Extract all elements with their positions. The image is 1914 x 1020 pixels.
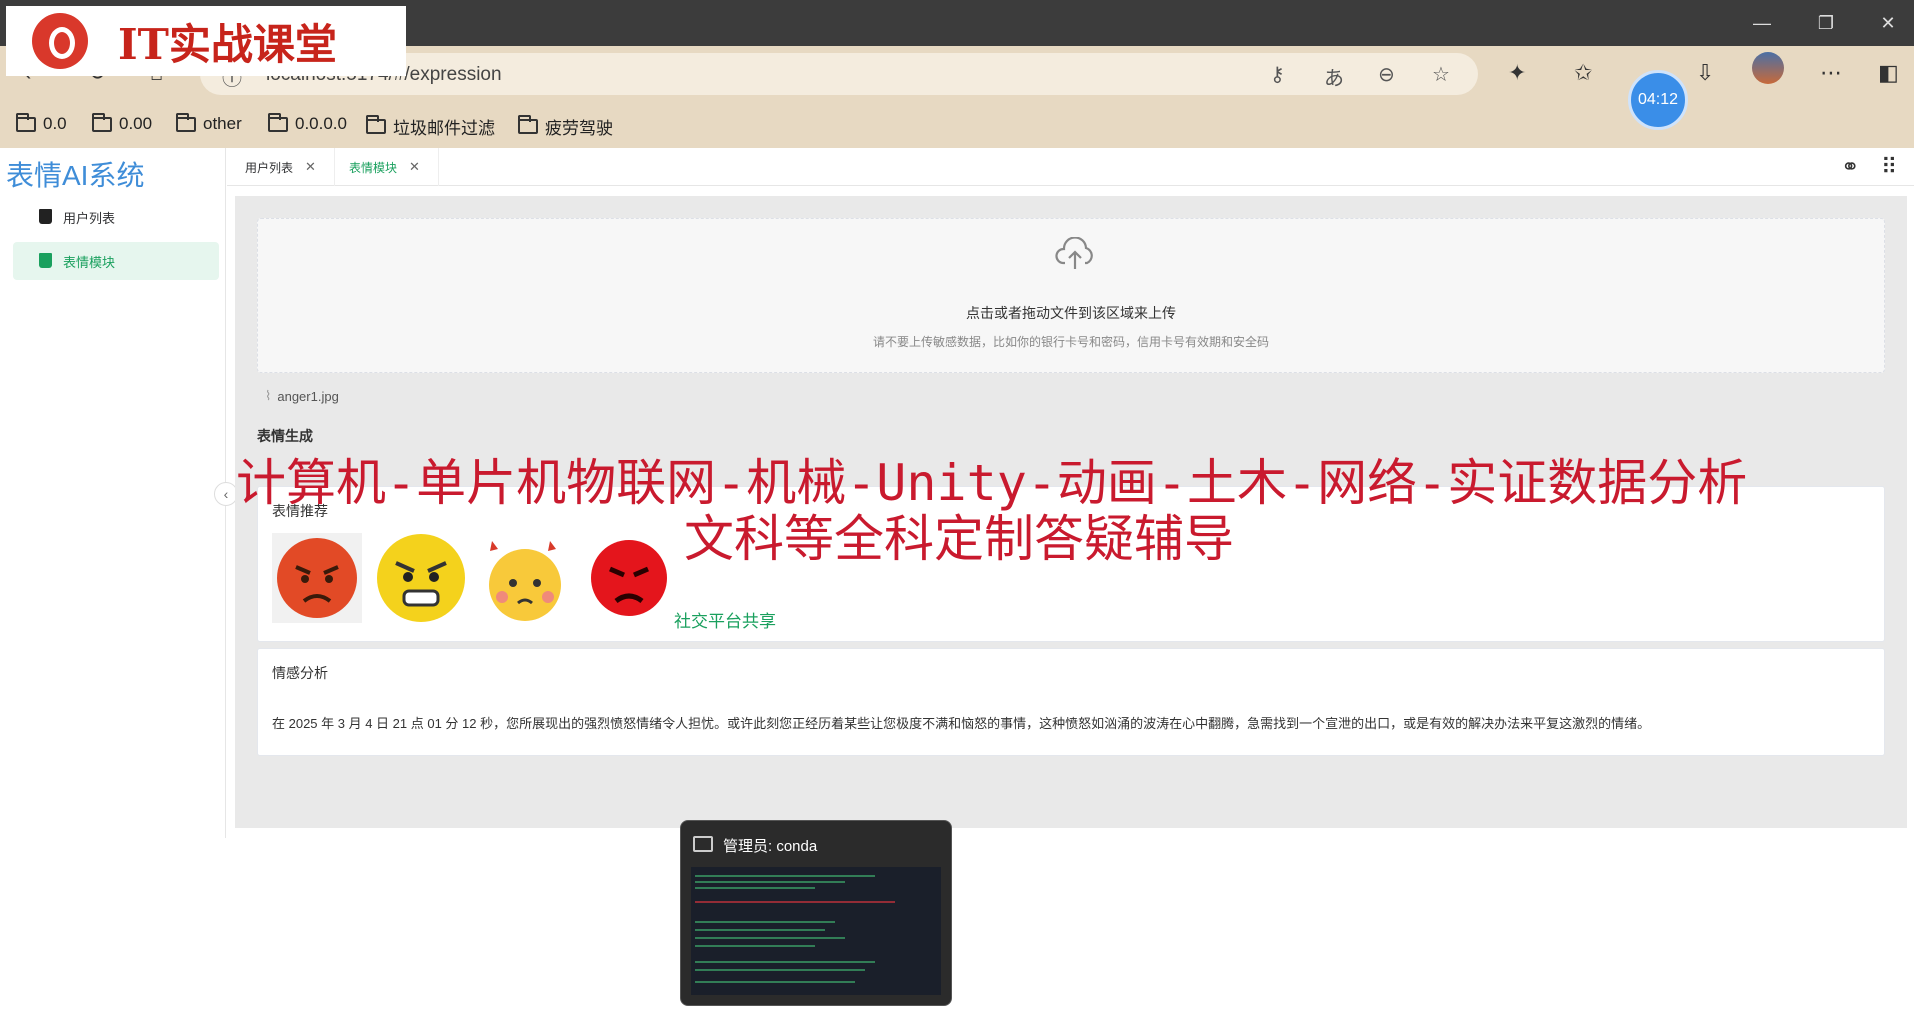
analysis-card: 情感分析 在 2025 年 3 月 4 日 21 点 01 分 12 秒，您所展… (257, 648, 1885, 756)
bookmark-folder[interactable]: 0.0 (16, 112, 67, 134)
uploaded-file[interactable]: ⌇ anger1.jpg (265, 388, 339, 404)
bookmark-folder[interactable]: other (176, 112, 242, 134)
app-root: 表情AI系统 用户列表 表情模块 用户列表 ✕ 表情模块 ✕ ⚭ ⠿ ‹ 点击或者拖… (0, 148, 1914, 1020)
upload-hint: 请不要上传敏感数据，比如你的银行卡号和密码，信用卡号有效期和安全码 (872, 335, 1269, 349)
tabs-bar: 用户列表 ✕ 表情模块 ✕ ⚭ ⠿ (227, 148, 1914, 186)
bookmark-folder[interactable]: 0.00 (92, 112, 152, 134)
app-brand: 表情AI系统 (6, 160, 145, 191)
logo-text: IT实战课堂 (118, 19, 337, 69)
folder-icon (268, 112, 288, 132)
watermark-line-1: 计算机-单片机物联网-机械-Unity-动画-土木-网络-实证数据分析 (236, 454, 1748, 512)
cup-icon (39, 253, 52, 268)
terminal-thumbnail (691, 867, 941, 995)
folder-icon (176, 112, 196, 132)
analysis-text: 在 2025 年 3 月 4 日 21 点 01 分 12 秒，您所展现出的强烈… (272, 716, 1651, 731)
share-social-link[interactable]: 社交平台共享 (674, 607, 776, 632)
folder-icon (366, 115, 386, 134)
folder-icon (16, 112, 36, 132)
terminal-icon (693, 836, 713, 852)
apps-grid-icon[interactable]: ⠿ (1881, 154, 1897, 180)
taskbar-window-preview[interactable]: 管理员: conda (680, 820, 952, 1006)
tab-expression[interactable]: 表情模块 ✕ (331, 148, 439, 186)
profile-avatar[interactable] (1752, 52, 1784, 84)
tab-user-list[interactable]: 用户列表 ✕ (227, 148, 335, 186)
download-icon[interactable]: ⇩ (1696, 60, 1714, 86)
sidebar-item-user-list[interactable]: 用户列表 (13, 198, 219, 236)
zoom-out-icon[interactable]: ⊖ (1378, 62, 1395, 87)
upload-instruction: 点击或者拖动文件到该区域来上传 (966, 305, 1176, 321)
channel-logo: IT实战课堂 (6, 6, 406, 76)
theme-icon[interactable]: ⚭ (1841, 154, 1859, 180)
preview-title: 管理员: conda (723, 838, 818, 855)
sidebar: 表情AI系统 用户列表 表情模块 (0, 148, 226, 838)
bookmark-folder[interactable]: 0.0.0.0 (268, 112, 347, 134)
translate-icon[interactable]: あ (1324, 62, 1344, 91)
bookmark-folder[interactable]: 垃圾邮件过滤 (366, 114, 495, 139)
close-icon[interactable]: ✕ (409, 159, 420, 175)
minimize-button[interactable]: — (1742, 8, 1782, 38)
watermark-line-2: 文科等全科定制答疑辅导 (684, 510, 1234, 568)
logo-mark-icon (32, 13, 88, 69)
cup-icon (39, 209, 52, 224)
favorite-star-icon[interactable]: ☆ (1432, 62, 1450, 87)
folder-icon (92, 112, 112, 132)
bookmark-folder[interactable]: 疲劳驾驶 (518, 114, 613, 139)
section-title-generate: 表情生成 (257, 428, 313, 444)
folder-icon (518, 115, 538, 134)
upload-cloud-icon (1055, 237, 1093, 269)
angry-red-emoji-image[interactable] (272, 533, 362, 623)
angry-cartoon-emoji-image[interactable] (480, 533, 570, 623)
angry-yellow-emoji-image[interactable] (376, 533, 466, 623)
timer-badge[interactable]: 04:12 (1628, 70, 1688, 130)
angry-red-face-emoji-image[interactable] (584, 533, 674, 623)
sidebar-item-expression[interactable]: 表情模块 (13, 242, 219, 280)
extensions-icon[interactable]: ✦ (1508, 60, 1526, 86)
favorites-icon[interactable]: ✩ (1574, 60, 1592, 86)
more-menu-icon[interactable]: ⋯ (1820, 60, 1842, 86)
upload-dropzone[interactable]: 点击或者拖动文件到该区域来上传 请不要上传敏感数据，比如你的银行卡号和密码，信用… (257, 218, 1885, 373)
analysis-title: 情感分析 (272, 665, 328, 681)
key-icon[interactable]: ⚷ (1270, 62, 1285, 87)
paperclip-icon: ⌇ (265, 388, 272, 403)
restore-button[interactable]: ❐ (1806, 8, 1846, 38)
close-window-button[interactable]: ✕ (1868, 8, 1908, 38)
close-icon[interactable]: ✕ (305, 159, 316, 175)
bookmarks-bar: 0.0 0.00 other 0.0.0.0 垃圾邮件过滤 疲劳驾驶 (0, 102, 1914, 148)
sidebar-toggle-icon[interactable]: ◧ (1878, 60, 1899, 86)
